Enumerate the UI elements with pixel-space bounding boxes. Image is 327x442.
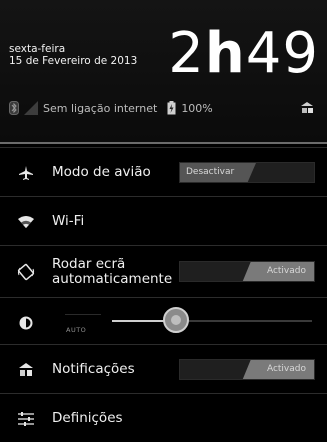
settings-label: Definições (52, 410, 123, 426)
weekday: sexta-feira (9, 43, 66, 55)
wifi-label: Wi-Fi (52, 213, 85, 229)
network-status: Sem ligação internet (43, 101, 158, 115)
auto-brightness-label: AUTO (66, 326, 87, 334)
clock-hour: 2 (168, 21, 205, 86)
notifications-row[interactable]: Notificações Activado (0, 345, 327, 394)
auto-rotate-toggle[interactable]: Activado (179, 261, 315, 282)
clock: 2h49 (168, 22, 319, 86)
airplane-mode-label: Modo de avião (52, 164, 151, 180)
airplane-toggle-text: Desactivar (186, 167, 235, 177)
auto-rotate-row[interactable]: Rodar ecrã automaticamente Activado (0, 246, 327, 297)
date-display: sexta-feira 15 de Fevereiro de 2013 (9, 43, 137, 67)
wifi-icon (0, 215, 52, 229)
notifications-toggle-text: Activado (266, 364, 306, 374)
airplane-mode-row[interactable]: Modo de avião Desactivar (0, 148, 327, 197)
settings-icon (0, 411, 52, 427)
bluetooth-icon (9, 101, 19, 115)
auto-rotate-label: Rodar ecrã automaticamente (52, 255, 173, 287)
battery-icon (167, 101, 176, 115)
brightness-slider-handle[interactable] (163, 307, 189, 333)
battery-level: 100% (181, 101, 213, 115)
rotate-toggle-text: Activado (266, 266, 306, 276)
status-bar: Sem ligação internet 100% (9, 100, 213, 116)
quick-settings-header: sexta-feira 15 de Fevereiro de 2013 2h49… (0, 0, 327, 142)
settings-row[interactable]: Definições (0, 394, 327, 442)
clock-minutes: 49 (245, 21, 319, 86)
notifications-icon (0, 362, 52, 378)
brightness-icon (0, 316, 52, 330)
notifications-label: Notificações (52, 361, 135, 377)
auto-brightness-button[interactable] (65, 314, 101, 326)
notifications-toggle[interactable]: Activado (179, 359, 315, 380)
rotate-icon (0, 263, 52, 281)
sync-icon[interactable] (299, 100, 315, 120)
wifi-row[interactable]: Wi-Fi (0, 197, 327, 246)
auto-rotate-label-line2: automaticamente (52, 270, 173, 287)
auto-rotate-label-line1: Rodar ecrã (52, 255, 126, 272)
signal-icon (24, 101, 38, 115)
clock-h: h (204, 21, 246, 86)
header-divider (0, 142, 327, 144)
airplane-icon (0, 165, 52, 181)
airplane-mode-toggle[interactable]: Desactivar (179, 162, 315, 183)
full-date: 15 de Fevereiro de 2013 (9, 55, 138, 67)
